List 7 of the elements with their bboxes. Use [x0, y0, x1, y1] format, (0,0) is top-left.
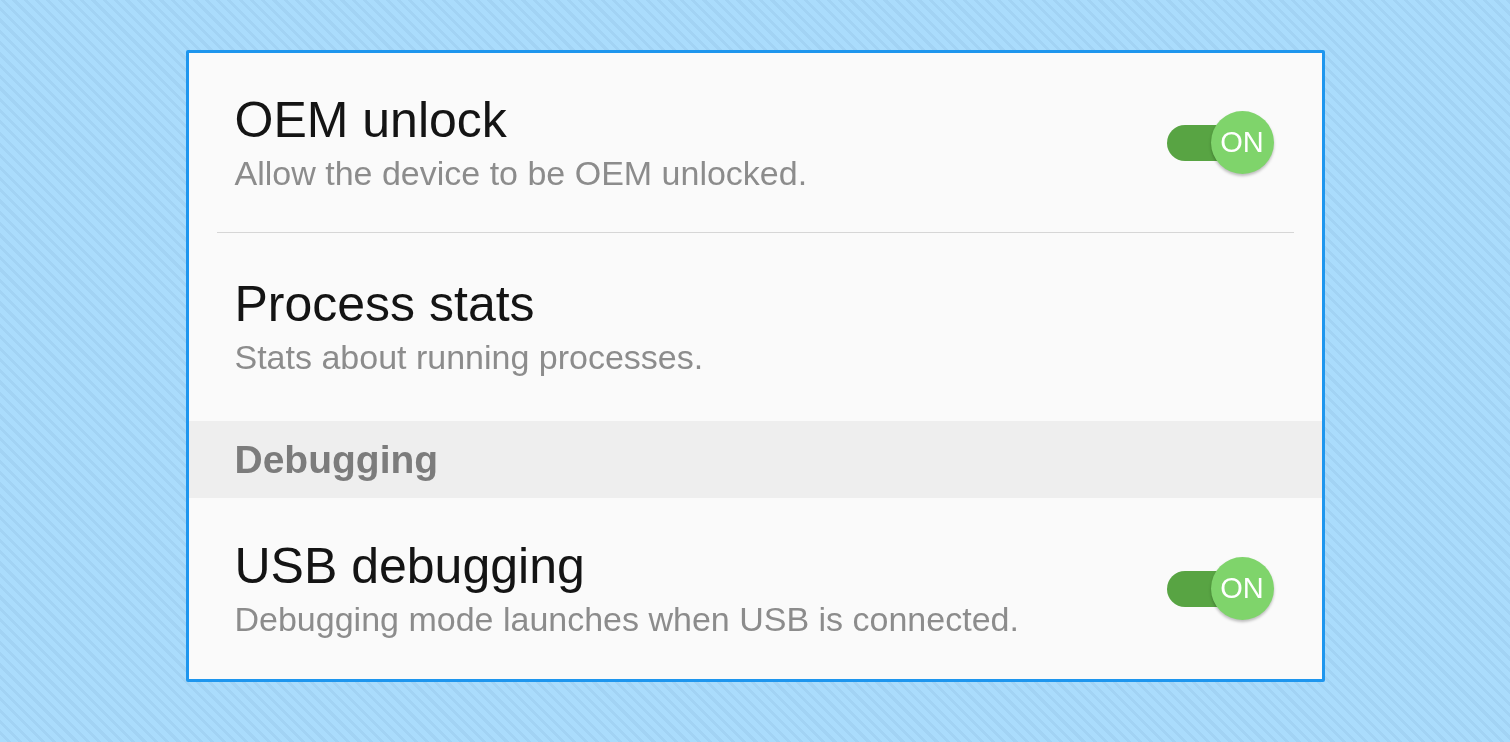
setting-description: Allow the device to be OEM unlocked.: [234, 152, 808, 194]
setting-description: Stats about running processes.: [234, 337, 704, 378]
setting-title: OEM unlock: [234, 90, 507, 150]
setting-title: USB debugging: [234, 536, 585, 596]
setting-description: Debugging mode launches when USB is connected.: [234, 598, 1019, 640]
setting-title: Process stats: [234, 275, 535, 334]
section-header: Debugging: [188, 421, 1322, 498]
